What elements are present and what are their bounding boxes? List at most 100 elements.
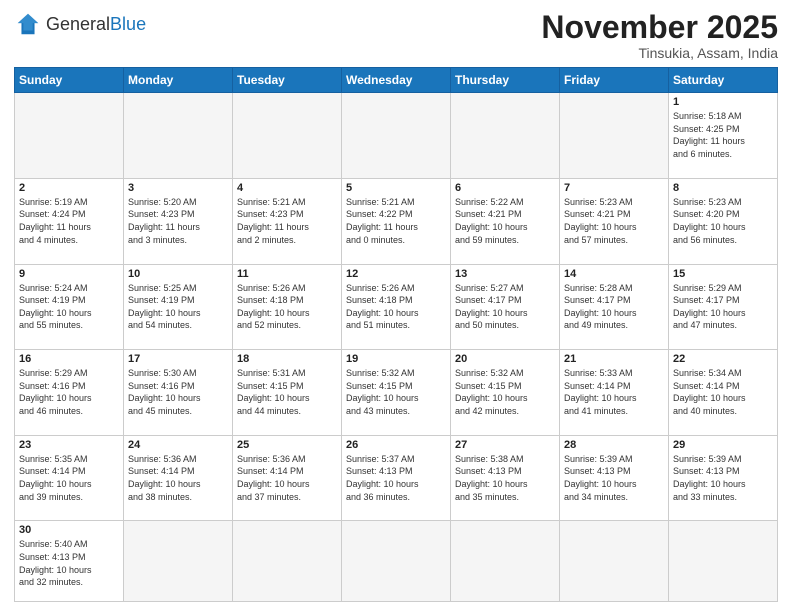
calendar-cell: 17Sunrise: 5:30 AM Sunset: 4:16 PM Dayli… (124, 350, 233, 436)
day-info: Sunrise: 5:23 AM Sunset: 4:20 PM Dayligh… (673, 196, 773, 246)
day-info: Sunrise: 5:36 AM Sunset: 4:14 PM Dayligh… (128, 453, 228, 503)
day-info: Sunrise: 5:28 AM Sunset: 4:17 PM Dayligh… (564, 282, 664, 332)
calendar-cell: 13 Sunrise: 5:27 AM Sunset: 4:17 PM Dayli… (451, 264, 560, 350)
day-number: 2 (19, 182, 119, 194)
day-number: 3 (128, 182, 228, 194)
location: Tinsukia, Assam, India (541, 45, 778, 61)
header: GeneralBlue November 2025 Tinsukia, Assa… (14, 10, 778, 61)
day-info: Sunrise: 5:32 AM Sunset: 4:15 PM Dayligh… (346, 367, 446, 417)
calendar-cell: 12Sunrise: 5:26 AM Sunset: 4:18 PM Dayli… (342, 264, 451, 350)
day-number: 20 (455, 353, 555, 365)
calendar-cell: 2Sunrise: 5:19 AM Sunset: 4:24 PM Daylig… (15, 178, 124, 264)
calendar-cell: 5 Sunrise: 5:21 AM Sunset: 4:22 PM Daylig… (342, 178, 451, 264)
day-info: Sunrise: 5:23 AM Sunset: 4:21 PM Dayligh… (564, 196, 664, 246)
day-info: Sunrise: 5:21 AM Sunset: 4:23 PM Dayligh… (237, 196, 337, 246)
day-number: 22 (673, 353, 773, 365)
day-info: Sunrise: 5:21 AM Sunset: 4:22 PM Dayligh… (346, 196, 446, 246)
day-number: 6 (455, 182, 555, 194)
day-info: Sunrise: 5:36 AM Sunset: 4:14 PM Dayligh… (237, 453, 337, 503)
day-number: 12 (346, 268, 446, 280)
calendar-week-6: 30Sunrise: 5:40 AM Sunset: 4:13 PM Dayli… (15, 521, 778, 602)
day-number: 27 (455, 439, 555, 451)
calendar-table: SundayMondayTuesdayWednesdayThursdayFrid… (14, 67, 778, 602)
calendar-cell: 6 Sunrise: 5:22 AM Sunset: 4:21 PM Daylig… (451, 178, 560, 264)
calendar-cell: 30Sunrise: 5:40 AM Sunset: 4:13 PM Dayli… (15, 521, 124, 602)
day-number: 9 (19, 268, 119, 280)
calendar-cell (233, 521, 342, 602)
day-info: Sunrise: 5:37 AM Sunset: 4:13 PM Dayligh… (346, 453, 446, 503)
calendar-cell: 10Sunrise: 5:25 AM Sunset: 4:19 PM Dayli… (124, 264, 233, 350)
calendar-cell: 4Sunrise: 5:21 AM Sunset: 4:23 PM Daylig… (233, 178, 342, 264)
calendar-cell: 23Sunrise: 5:35 AM Sunset: 4:14 PM Dayli… (15, 435, 124, 521)
day-number: 1 (673, 96, 773, 108)
calendar-week-2: 2Sunrise: 5:19 AM Sunset: 4:24 PM Daylig… (15, 178, 778, 264)
weekday-header-friday: Friday (560, 68, 669, 93)
day-info: Sunrise: 5:33 AM Sunset: 4:14 PM Dayligh… (564, 367, 664, 417)
day-number: 21 (564, 353, 664, 365)
weekday-header-tuesday: Tuesday (233, 68, 342, 93)
calendar-cell: 15Sunrise: 5:29 AM Sunset: 4:17 PM Dayli… (669, 264, 778, 350)
day-number: 14 (564, 268, 664, 280)
logo: GeneralBlue (14, 10, 146, 38)
day-number: 25 (237, 439, 337, 451)
calendar-cell (15, 93, 124, 179)
calendar-cell: 16Sunrise: 5:29 AM Sunset: 4:16 PM Dayli… (15, 350, 124, 436)
day-info: Sunrise: 5:27 AM Sunset: 4:17 PM Dayligh… (455, 282, 555, 332)
calendar-cell: 9Sunrise: 5:24 AM Sunset: 4:19 PM Daylig… (15, 264, 124, 350)
calendar-cell: 28Sunrise: 5:39 AM Sunset: 4:13 PM Dayli… (560, 435, 669, 521)
calendar-cell (342, 521, 451, 602)
calendar-cell: 25 Sunrise: 5:36 AM Sunset: 4:14 PM Dayli… (233, 435, 342, 521)
day-number: 13 (455, 268, 555, 280)
calendar-cell: 11Sunrise: 5:26 AM Sunset: 4:18 PM Dayli… (233, 264, 342, 350)
calendar-cell: 21 Sunrise: 5:33 AM Sunset: 4:14 PM Dayli… (560, 350, 669, 436)
day-number: 5 (346, 182, 446, 194)
day-info: Sunrise: 5:20 AM Sunset: 4:23 PM Dayligh… (128, 196, 228, 246)
day-info: Sunrise: 5:38 AM Sunset: 4:13 PM Dayligh… (455, 453, 555, 503)
calendar-cell (124, 521, 233, 602)
day-info: Sunrise: 5:31 AM Sunset: 4:15 PM Dayligh… (237, 367, 337, 417)
calendar-cell: 19Sunrise: 5:32 AM Sunset: 4:15 PM Dayli… (342, 350, 451, 436)
weekday-header-thursday: Thursday (451, 68, 560, 93)
calendar-cell: 27 Sunrise: 5:38 AM Sunset: 4:13 PM Dayli… (451, 435, 560, 521)
logo-text: GeneralBlue (46, 15, 146, 33)
day-number: 26 (346, 439, 446, 451)
day-info: Sunrise: 5:32 AM Sunset: 4:15 PM Dayligh… (455, 367, 555, 417)
day-number: 7 (564, 182, 664, 194)
calendar-cell: 22Sunrise: 5:34 AM Sunset: 4:14 PM Dayli… (669, 350, 778, 436)
calendar-cell (451, 521, 560, 602)
calendar-cell: 20 Sunrise: 5:32 AM Sunset: 4:15 PM Dayli… (451, 350, 560, 436)
calendar-cell (124, 93, 233, 179)
day-info: Sunrise: 5:18 AM Sunset: 4:25 PM Dayligh… (673, 110, 773, 160)
calendar-cell: 26 Sunrise: 5:37 AM Sunset: 4:13 PM Dayli… (342, 435, 451, 521)
calendar-cell (560, 521, 669, 602)
day-number: 10 (128, 268, 228, 280)
calendar-week-4: 16Sunrise: 5:29 AM Sunset: 4:16 PM Dayli… (15, 350, 778, 436)
calendar-cell: 29Sunrise: 5:39 AM Sunset: 4:13 PM Dayli… (669, 435, 778, 521)
logo-icon (14, 10, 42, 38)
calendar-header-row: SundayMondayTuesdayWednesdayThursdayFrid… (15, 68, 778, 93)
calendar-cell (342, 93, 451, 179)
day-number: 18 (237, 353, 337, 365)
day-number: 15 (673, 268, 773, 280)
calendar-week-3: 9Sunrise: 5:24 AM Sunset: 4:19 PM Daylig… (15, 264, 778, 350)
page: GeneralBlue November 2025 Tinsukia, Assa… (0, 0, 792, 612)
calendar-week-5: 23Sunrise: 5:35 AM Sunset: 4:14 PM Dayli… (15, 435, 778, 521)
weekday-header-wednesday: Wednesday (342, 68, 451, 93)
weekday-header-sunday: Sunday (15, 68, 124, 93)
calendar-cell (451, 93, 560, 179)
day-number: 23 (19, 439, 119, 451)
day-info: Sunrise: 5:22 AM Sunset: 4:21 PM Dayligh… (455, 196, 555, 246)
title-block: November 2025 Tinsukia, Assam, India (541, 10, 778, 61)
day-info: Sunrise: 5:29 AM Sunset: 4:16 PM Dayligh… (19, 367, 119, 417)
weekday-header-monday: Monday (124, 68, 233, 93)
day-number: 24 (128, 439, 228, 451)
calendar-cell: 7 Sunrise: 5:23 AM Sunset: 4:21 PM Daylig… (560, 178, 669, 264)
day-number: 11 (237, 268, 337, 280)
calendar-cell: 18 Sunrise: 5:31 AM Sunset: 4:15 PM Dayli… (233, 350, 342, 436)
calendar-cell (669, 521, 778, 602)
calendar-week-1: 1 Sunrise: 5:18 AM Sunset: 4:25 PM Daylig… (15, 93, 778, 179)
calendar-cell: 24 Sunrise: 5:36 AM Sunset: 4:14 PM Dayli… (124, 435, 233, 521)
day-info: Sunrise: 5:39 AM Sunset: 4:13 PM Dayligh… (673, 453, 773, 503)
day-info: Sunrise: 5:39 AM Sunset: 4:13 PM Dayligh… (564, 453, 664, 503)
day-number: 17 (128, 353, 228, 365)
